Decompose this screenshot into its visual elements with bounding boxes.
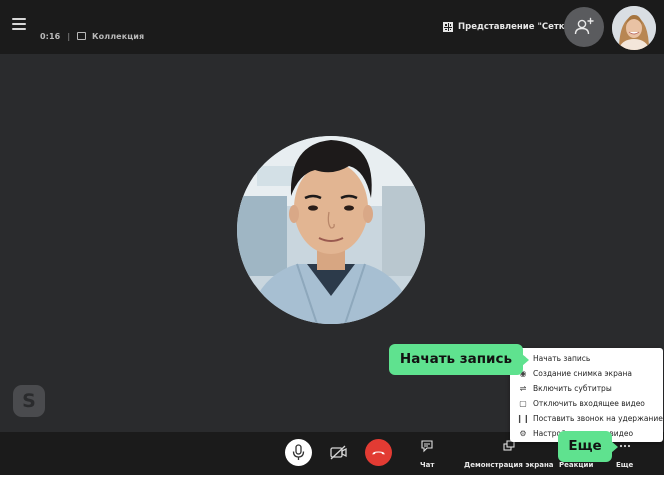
menu-item-start-recording[interactable]: ● Начать запись	[510, 351, 663, 366]
call-info: 0:16 | Коллекция	[40, 32, 144, 41]
video-off-icon: ▢	[519, 399, 527, 408]
microphone-icon	[292, 444, 305, 460]
more-callout: Еще	[558, 431, 618, 462]
more-label: Еще	[616, 461, 634, 469]
call-timer: 0:16	[40, 32, 61, 41]
menu-icon[interactable]	[12, 18, 26, 30]
top-bar: 0:16 | Коллекция Представление "Сетка" ⌄	[0, 0, 664, 54]
video-off-icon	[330, 445, 347, 460]
collection-label: Коллекция	[92, 32, 145, 41]
hang-up-button[interactable]	[365, 439, 392, 466]
participant-avatar[interactable]	[237, 136, 425, 324]
self-avatar-image	[612, 6, 656, 50]
view-selector-label: Представление "Сетка"	[458, 22, 575, 32]
menu-item-screenshot[interactable]: ◉ Создание снимка экрана	[510, 366, 663, 381]
callout-record-text: Начать запись	[399, 351, 513, 367]
add-people-button[interactable]	[564, 7, 604, 47]
menu-item-hold-call[interactable]: ❙❙ Поставить звонок на удержание	[510, 411, 663, 426]
screen-share-button[interactable]: Демонстрация экрана	[464, 439, 554, 469]
skype-letter: S	[22, 390, 36, 412]
start-recording-callout: Начать запись	[389, 344, 529, 375]
self-avatar[interactable]	[612, 6, 656, 50]
reactions-label: Реакции	[559, 461, 594, 469]
add-person-icon	[574, 17, 594, 35]
menu-item-label: Создание снимка экрана	[533, 369, 632, 378]
subtitles-icon: ⇌	[519, 384, 527, 393]
menu-item-label: Отключить входящее видео	[533, 399, 645, 408]
grid-view-icon	[443, 22, 453, 32]
menu-item-label: Включить субтитры	[533, 384, 612, 393]
chat-icon	[421, 440, 433, 453]
menu-item-label: Поставить звонок на удержание	[533, 414, 663, 423]
participant-photo	[237, 136, 425, 324]
screen-share-label: Демонстрация экрана	[464, 461, 554, 469]
gear-icon: ⚙	[519, 429, 527, 438]
menu-item-subtitles[interactable]: ⇌ Включить субтитры	[510, 381, 663, 396]
menu-item-disable-incoming-video[interactable]: ▢ Отключить входящее видео	[510, 396, 663, 411]
collection-icon	[77, 32, 87, 40]
callout-more-text: Еще	[568, 438, 602, 454]
mic-button[interactable]	[285, 439, 312, 466]
phone-hangup-icon	[372, 451, 385, 455]
call-window: 0:16 | Коллекция Представление "Сетка" ⌄	[0, 0, 664, 477]
pause-icon: ❙❙	[516, 414, 530, 423]
chat-label: Чат	[420, 461, 435, 469]
separator: |	[67, 32, 71, 41]
skype-logo: S	[13, 385, 45, 417]
chat-button[interactable]: Чат	[420, 439, 434, 469]
more-options-menu: ● Начать запись ◉ Создание снимка экрана…	[510, 348, 663, 442]
menu-item-label: Начать запись	[533, 354, 591, 363]
more-button[interactable]: Еще	[616, 439, 633, 469]
camera-toggle-button[interactable]	[325, 439, 352, 466]
